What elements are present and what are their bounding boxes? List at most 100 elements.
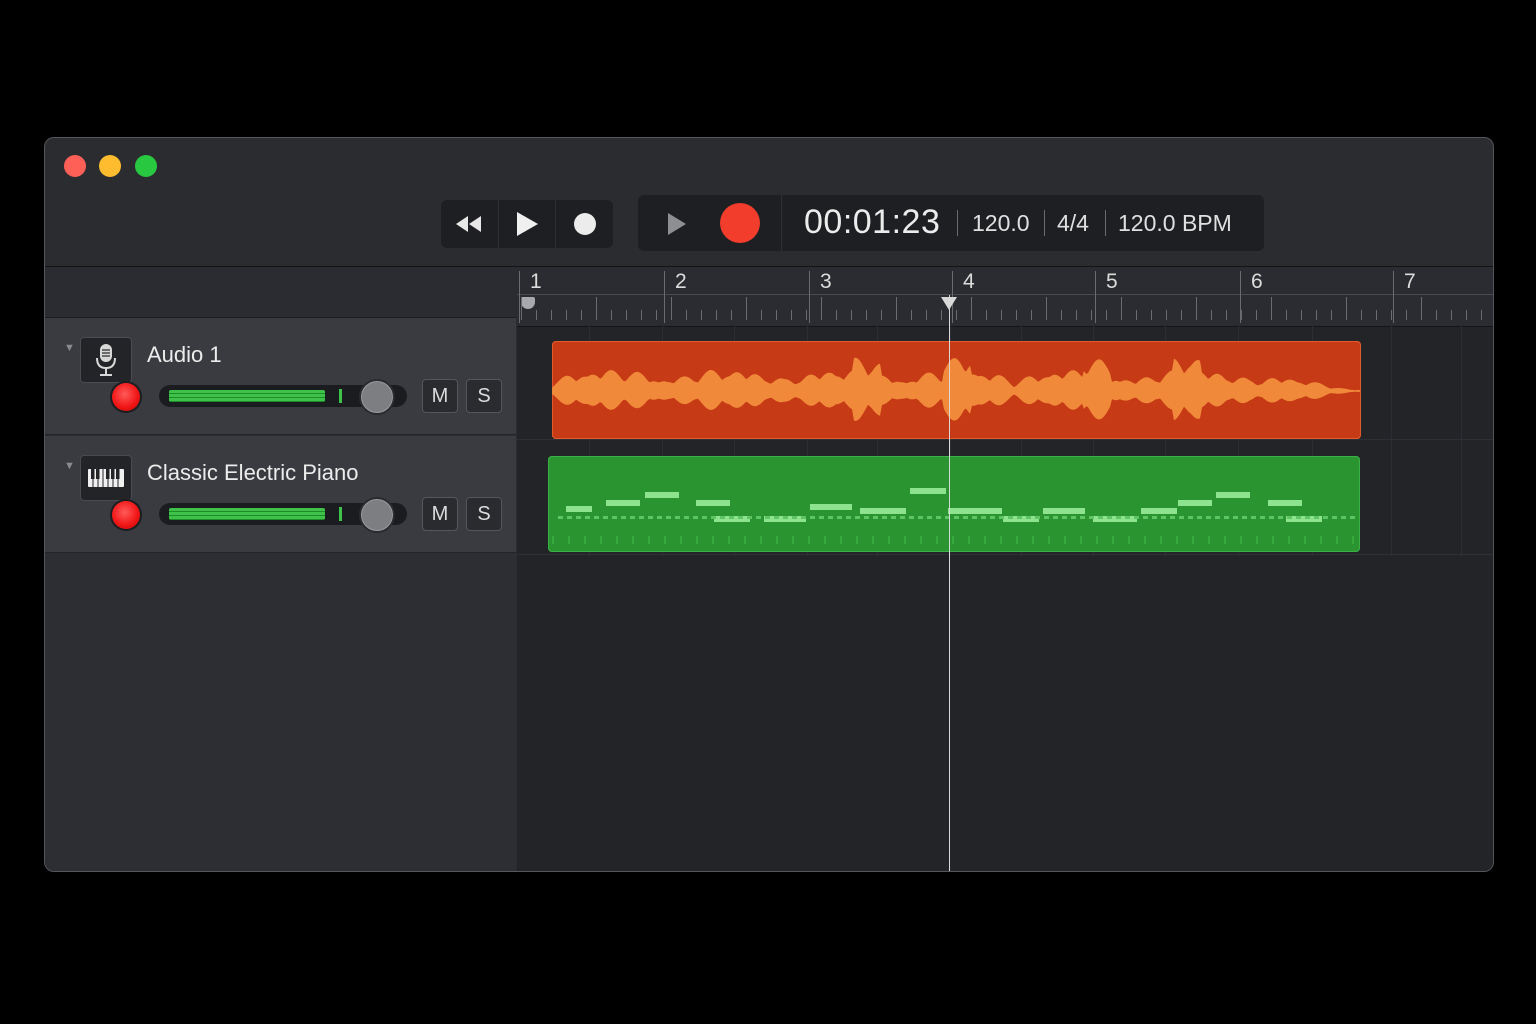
arrangement-area[interactable]: 1 2 3 4 5 6 7 xyxy=(517,267,1493,871)
ruler-tick xyxy=(1466,310,1467,320)
midi-note-tick xyxy=(810,516,815,519)
ruler-tick xyxy=(1361,310,1362,320)
ruler-tick xyxy=(1421,297,1422,320)
track-name[interactable]: Audio 1 xyxy=(147,342,222,368)
solo-button[interactable]: S xyxy=(466,497,502,531)
solo-button[interactable]: S xyxy=(466,379,502,413)
velocity-tick xyxy=(984,536,986,544)
locator-marker[interactable] xyxy=(521,297,535,309)
record-button[interactable] xyxy=(556,200,613,248)
bpm-display[interactable]: 120.0 BPM xyxy=(1118,210,1232,237)
time-signature-display[interactable]: 4/4 xyxy=(1057,210,1089,237)
ruler-tick xyxy=(1076,310,1077,320)
midi-note-tick xyxy=(576,516,581,519)
lcd-divider xyxy=(957,210,958,236)
velocity-tick xyxy=(1272,536,1274,544)
volume-slider[interactable] xyxy=(159,379,407,415)
ruler-tick xyxy=(1211,310,1212,320)
ruler-tick xyxy=(626,310,627,320)
audio-region[interactable] xyxy=(552,341,1361,439)
velocity-tick xyxy=(648,536,650,544)
midi-note-tick xyxy=(747,516,752,519)
ruler-tick xyxy=(1166,310,1167,320)
ruler-tick xyxy=(656,310,657,320)
velocity-tick xyxy=(1288,536,1290,544)
ruler-tick xyxy=(716,310,717,320)
volume-slider[interactable] xyxy=(159,497,407,533)
midi-note-tick xyxy=(882,516,887,519)
midi-note-tick xyxy=(1251,516,1256,519)
ruler-tick xyxy=(1271,297,1272,320)
lcd-record-button[interactable] xyxy=(720,203,760,243)
midi-note-tick xyxy=(990,516,995,519)
midi-note xyxy=(606,500,640,506)
ruler-bar-number: 2 xyxy=(675,270,687,293)
grid-line xyxy=(1391,326,1392,556)
level-meter xyxy=(169,390,325,402)
zoom-window-button[interactable] xyxy=(135,155,157,177)
ruler-tick xyxy=(821,297,822,320)
ruler-tick xyxy=(1331,310,1332,320)
ruler-bar-number: 6 xyxy=(1251,270,1263,293)
velocity-tick xyxy=(568,536,570,544)
playhead-line[interactable] xyxy=(949,295,950,871)
ruler-tick xyxy=(641,310,642,320)
velocity-tick xyxy=(872,536,874,544)
lcd-divider xyxy=(1105,210,1106,236)
close-window-button[interactable] xyxy=(64,155,86,177)
ruler-tick xyxy=(521,297,522,320)
midi-note-tick xyxy=(1269,516,1274,519)
velocity-tick xyxy=(1192,536,1194,544)
track-header-top xyxy=(45,267,516,318)
play-icon xyxy=(517,212,538,236)
lcd-play-icon[interactable] xyxy=(666,211,688,237)
playhead-handle-icon[interactable] xyxy=(941,297,957,310)
ruler-bar-line xyxy=(519,271,520,323)
ruler-tick xyxy=(851,310,852,320)
rewind-button[interactable] xyxy=(441,200,499,248)
disclosure-triangle-icon[interactable]: ▼ xyxy=(64,342,75,354)
track-header-piano[interactable]: ▼ Classic Electric Piano M S xyxy=(45,436,516,553)
midi-note-tick xyxy=(1278,516,1283,519)
lane-separator xyxy=(517,554,1493,555)
midi-note-tick xyxy=(738,516,743,519)
ruler-tick xyxy=(971,297,972,320)
ruler-tick xyxy=(1406,310,1407,320)
record-enable-button[interactable] xyxy=(112,383,140,411)
velocity-tick xyxy=(1176,536,1178,544)
mute-button[interactable]: M xyxy=(422,379,458,413)
velocity-tick xyxy=(1240,536,1242,544)
midi-note-tick xyxy=(1323,516,1328,519)
track-name[interactable]: Classic Electric Piano xyxy=(147,460,359,486)
volume-knob[interactable] xyxy=(359,379,395,415)
ruler-tick xyxy=(1181,310,1182,320)
tempo-display[interactable]: 120.0 xyxy=(972,210,1030,237)
midi-note xyxy=(1141,508,1177,514)
velocity-tick xyxy=(1304,536,1306,544)
record-enable-button[interactable] xyxy=(112,501,140,529)
ruler-tick xyxy=(1376,310,1377,320)
midi-region[interactable] xyxy=(548,456,1360,552)
play-button[interactable] xyxy=(499,200,557,248)
disclosure-triangle-icon[interactable]: ▼ xyxy=(64,460,75,472)
midi-note-tick xyxy=(1305,516,1310,519)
ruler-tick xyxy=(1286,310,1287,320)
timeline-ruler[interactable]: 1 2 3 4 5 6 7 xyxy=(517,267,1493,327)
midi-note-tick xyxy=(1053,516,1058,519)
midi-note-tick xyxy=(1044,516,1049,519)
ruler-tick xyxy=(1031,310,1032,320)
velocity-tick xyxy=(1016,536,1018,544)
midi-note-tick xyxy=(972,516,977,519)
volume-knob[interactable] xyxy=(359,497,395,533)
midi-note-tick xyxy=(1314,516,1319,519)
midi-note xyxy=(1043,508,1085,514)
mute-button[interactable]: M xyxy=(422,497,458,531)
minimize-window-button[interactable] xyxy=(99,155,121,177)
velocity-tick xyxy=(552,536,554,544)
track-header-audio[interactable]: ▼ Audio 1 M S xyxy=(45,318,516,435)
midi-note-tick xyxy=(765,516,770,519)
velocity-tick xyxy=(1080,536,1082,544)
midi-note-tick xyxy=(1260,516,1265,519)
midi-note-tick xyxy=(621,516,626,519)
transport-controls xyxy=(441,200,613,248)
